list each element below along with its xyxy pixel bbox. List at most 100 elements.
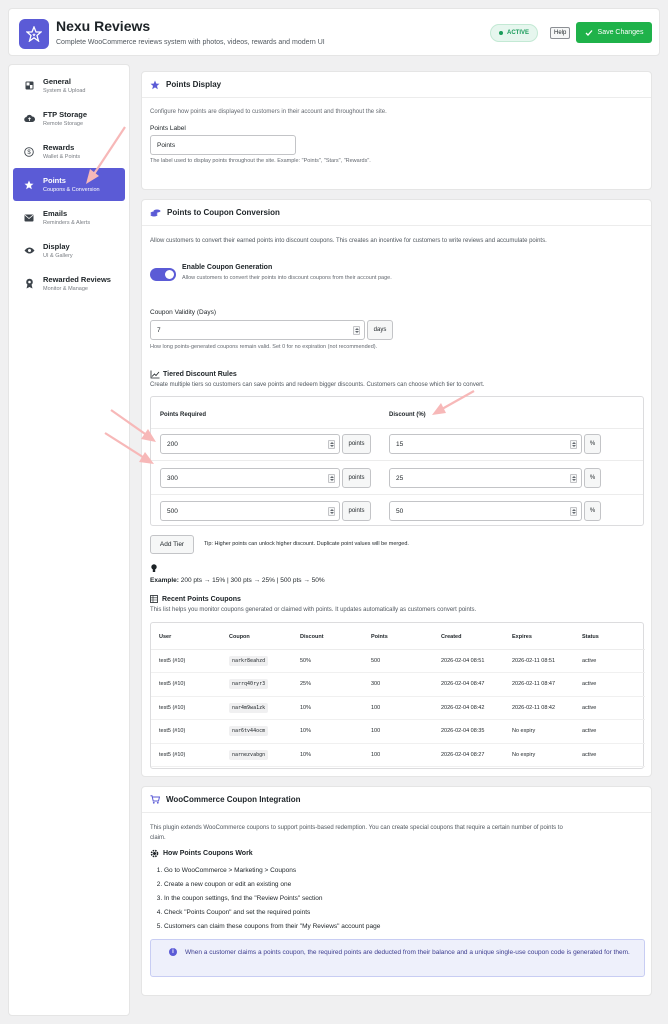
tier-points-input[interactable]: 200 [160,434,340,454]
validity-label: Coupon Validity (Days) [150,309,216,316]
column-header: Discount [292,626,363,650]
cloud-upload-icon [23,113,35,125]
panel-description: This plugin extends WooCommerce coupons … [150,825,563,841]
panel-header: Points to Coupon Conversion [142,200,651,226]
tier-discount-input[interactable]: 50 [389,501,582,521]
how-it-works-heading: How Points Coupons Work [150,849,253,858]
panel-title: Points Display [166,80,222,89]
check-icon [585,29,593,36]
recent-coupons-box: User Coupon Discount Points Created Expi… [150,622,645,769]
tier-points-input[interactable]: 500 [160,501,340,521]
column-header: Status [574,626,645,650]
list-item: Customers can claim these coupons from t… [164,920,380,934]
list-item: Go to WooCommerce > Marketing > Coupons [164,864,380,878]
award-icon [23,278,35,290]
coupon-code: nar4m9wa1zk [229,702,269,713]
tier-tip: Tip: Higher points can unlock higher dis… [204,541,409,547]
percent-unit: % [584,434,601,454]
woocommerce-panel: WooCommerce Coupon Integration This plug… [141,786,652,996]
sidebar-item-ftp-storage[interactable]: FTP Storage Remote Storage [13,102,125,135]
coupon-code: narrq40ryr3 [229,679,269,690]
number-stepper[interactable] [570,474,577,483]
percent-unit: % [584,501,601,521]
sidebar-item-general[interactable]: General System & Upload [13,69,125,102]
percent-unit: % [584,468,601,488]
tiers-table: Points Required Discount (%) 200 points … [150,396,644,526]
number-stepper[interactable] [328,507,335,516]
number-stepper[interactable] [570,440,577,449]
app-logo: ★ [19,19,49,49]
app-header: ★ Nexu Reviews Complete WooCommerce revi… [8,8,660,56]
gear-icon [150,849,159,858]
panel-header: Points Display [142,72,651,98]
star-icon [23,179,35,191]
column-header-points: Points Required [160,412,207,418]
star-icon [150,80,160,89]
example-text: Example: 200 pts → 15% | 300 pts → 25% |… [150,577,325,584]
add-tier-button[interactable]: Add Tier [150,535,194,554]
panel-description: Allow customers to convert their earned … [150,238,547,244]
points-label-help: The label used to display points through… [150,158,371,164]
points-label-label: Points Label [150,125,186,132]
help-button[interactable]: Help [550,27,571,39]
tier-discount-input[interactable]: 25 [389,468,582,488]
dollar-icon: $ [23,146,35,158]
enable-coupon-desc: Allow customers to convert their points … [182,275,392,281]
points-unit: points [342,501,371,521]
app-subtitle: Complete WooCommerce reviews system with… [56,39,325,46]
points-unit: points [342,468,371,488]
points-label-input[interactable]: Points [150,135,296,155]
svg-text:$: $ [27,150,31,156]
email-icon [23,212,35,224]
number-stepper[interactable] [328,474,335,483]
column-header-discount: Discount (%) [389,412,426,418]
tiers-heading: Tiered Discount Rules [150,370,237,379]
sidebar-item-display[interactable]: Display UI & Gallery [13,234,125,267]
lightbulb-icon [151,564,157,575]
list-item: Check "Points Coupon" and set the requir… [164,906,380,920]
enable-coupon-title: Enable Coupon Generation [182,264,273,271]
recent-coupons-table: User Coupon Discount Points Created Expi… [151,626,645,767]
sidebar-item-emails[interactable]: Emails Reminders & Alerts [13,201,125,234]
number-stepper[interactable] [570,507,577,516]
table-row: test5 (#10) nar6tv44ocm 10% 100 2026-02-… [151,719,645,744]
table-header-row: User Coupon Discount Points Created Expi… [151,626,645,650]
recent-coupons-description: This list helps you monitor coupons gene… [150,607,477,613]
coins-icon [150,209,161,216]
table-row: test5 (#10) narrq40ryr3 25% 300 2026-02-… [151,672,645,697]
sidebar-item-rewarded-reviews[interactable]: Rewarded Reviews Monitor & Manage [13,267,125,300]
tier-points-input[interactable]: 300 [160,468,340,488]
list-item: Create a new coupon or edit an existing … [164,878,380,892]
panel-title: WooCommerce Coupon Integration [166,795,301,804]
info-notice: i When a customer claims a points coupon… [150,939,645,977]
sidebar: General System & Upload FTP Storage Remote… [8,64,130,1016]
validity-input[interactable]: 7 [150,320,365,340]
save-changes-button[interactable]: Save Changes [576,22,652,43]
sidebar-item-rewards[interactable]: $ Rewards Wallet & Points [13,135,125,168]
points-display-panel: Points Display Configure how points are … [141,71,652,190]
enable-coupon-toggle[interactable] [150,268,176,281]
column-header: Points [363,626,433,650]
info-icon: i [169,948,177,956]
cart-icon [150,795,160,804]
conversion-panel: Points to Coupon Conversion Allow custom… [141,199,652,777]
points-unit: points [342,434,371,454]
table-row: test5 (#10) nar4m9wa1zk 10% 100 2026-02-… [151,696,645,720]
app-title: Nexu Reviews [56,18,151,34]
validity-help: How long points-generated coupons remain… [150,344,378,350]
column-header: User [151,626,221,650]
table-row: test5 (#10) narkr8eahzd 50% 500 2026-02-… [151,649,645,673]
number-stepper[interactable] [353,326,360,335]
table-icon [150,595,158,603]
status-badge: ACTIVE [490,24,539,42]
table-row: test5 (#10) narnezvabgn 10% 100 2026-02-… [151,743,645,767]
star-icon: ★ [26,26,42,42]
chart-line-icon [150,370,160,379]
sidebar-item-points[interactable]: Points Coupons & Conversion [13,168,125,201]
number-stepper[interactable] [328,440,335,449]
tier-discount-input[interactable]: 15 [389,434,582,454]
eye-icon [23,245,35,257]
svg-text:★: ★ [32,33,37,39]
coupon-code: nar6tv44ocm [229,726,269,737]
panel-header: WooCommerce Coupon Integration [142,787,651,813]
